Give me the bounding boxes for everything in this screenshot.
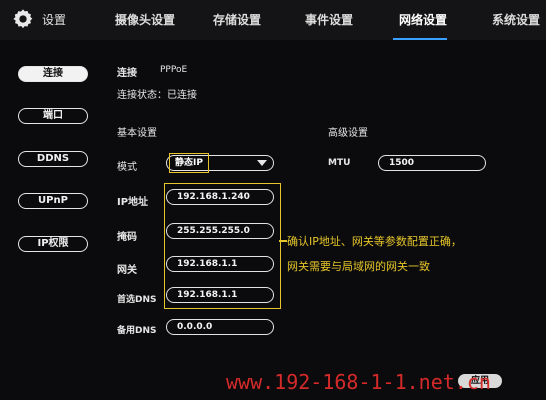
gateway-label: 网关 [117, 265, 137, 276]
connection-value: PPPoE [160, 65, 188, 75]
mode-select[interactable]: 静态IP [166, 153, 274, 173]
tab-system-settings[interactable]: 系统设置 [492, 11, 540, 28]
sidebar-item-port[interactable]: 端口 [18, 108, 88, 124]
connection-label: 连接 [117, 68, 137, 79]
connection-status: 连接状态：已连接 [117, 90, 197, 101]
chevron-down-icon [257, 160, 267, 166]
subnet-mask-label: 掩码 [117, 232, 137, 243]
advanced-settings-heading: 高级设置 [328, 128, 368, 139]
highlight-box [164, 183, 281, 309]
gear-icon[interactable] [12, 8, 34, 30]
secondary-dns-label: 备用DNS [117, 326, 157, 336]
tab-event-settings[interactable]: 事件设置 [305, 11, 353, 28]
mode-select-value: 静态IP [169, 153, 209, 173]
mode-label: 模式 [117, 162, 137, 173]
annotation-line-2: 网关需要与局域网的网关一致 [287, 260, 430, 273]
annotation-line-1: 确认IP地址、网关等参数配置正确， [287, 235, 462, 248]
secondary-dns-input[interactable]: 0.0.0.0 [166, 319, 274, 335]
mtu-label: MTU [328, 158, 351, 168]
sidebar-item-ddns[interactable]: DDNS [18, 151, 88, 167]
tab-network-settings[interactable]: 网络设置 [399, 11, 447, 28]
ip-address-label: IP地址 [117, 197, 149, 208]
tab-camera-settings[interactable]: 摄像头设置 [115, 11, 175, 28]
active-tab-indicator [393, 38, 447, 40]
top-navigation-bar: 设置 摄像头设置 存储设置 事件设置 网络设置 系统设置 [0, 0, 546, 40]
tab-storage-settings[interactable]: 存储设置 [213, 11, 261, 28]
sidebar-item-ip-permission[interactable]: IP权限 [18, 236, 88, 252]
app-title: 设置 [42, 13, 67, 27]
basic-settings-heading: 基本设置 [117, 128, 157, 139]
mtu-input[interactable]: 1500 [378, 155, 486, 171]
watermark: www.192-168-1-1.net.cn [226, 370, 491, 394]
highlight-connector [279, 240, 287, 242]
sidebar-item-connection[interactable]: 连接 [18, 66, 88, 82]
sidebar-item-upnp[interactable]: UPnP [18, 193, 88, 209]
primary-dns-label: 首选DNS [117, 295, 157, 305]
